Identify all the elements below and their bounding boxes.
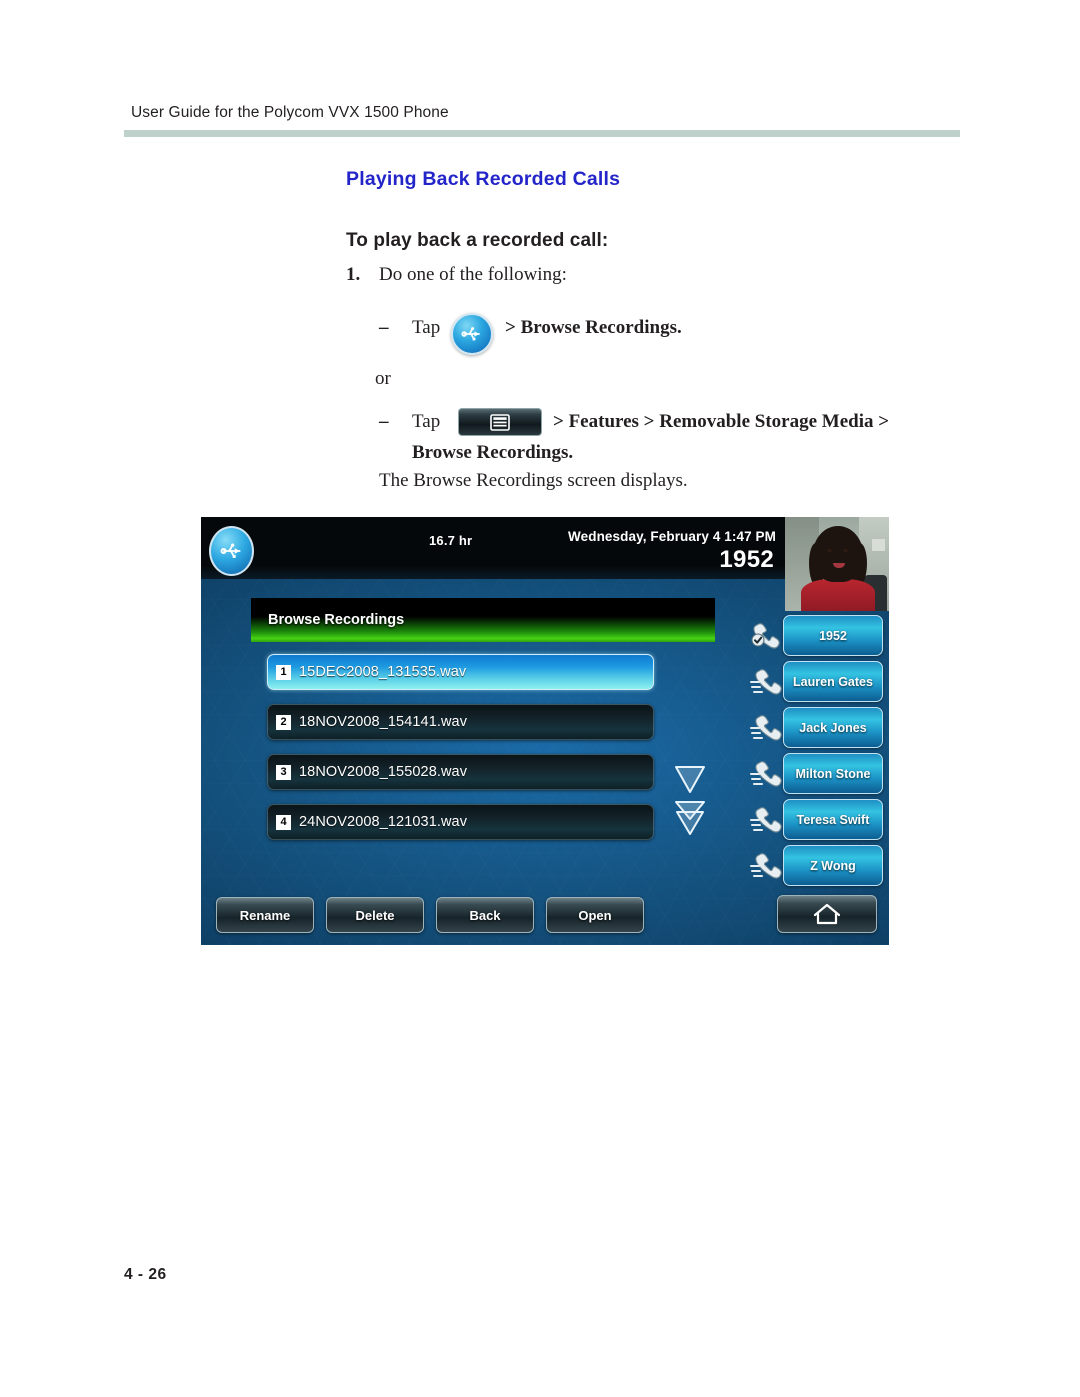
line-key-button[interactable]: 1952 <box>783 615 883 656</box>
header-divider <box>124 130 960 137</box>
list-item[interactable]: 1 15DEC2008_131535.wav <box>267 654 654 690</box>
delete-button[interactable]: Delete <box>326 897 424 933</box>
extension-label: 1952 <box>719 546 774 573</box>
list-item[interactable]: 4 24NOV2008_121031.wav <box>267 804 654 840</box>
line-key-row[interactable]: Z Wong <box>750 843 885 888</box>
datetime-label: Wednesday, February 4 1:47 PM <box>568 529 776 544</box>
home-button[interactable] <box>777 895 877 933</box>
line-key-label: Z Wong <box>810 858 856 873</box>
line-key-row[interactable]: Jack Jones <box>750 705 885 750</box>
usb-icon[interactable] <box>209 526 254 576</box>
line-key-label: Lauren Gates <box>793 674 873 689</box>
soft-key-label: Open <box>578 907 612 923</box>
scroll-controls <box>671 762 709 838</box>
line-key-row[interactable]: Teresa Swift <box>750 797 885 842</box>
soft-key-label: Delete <box>355 907 395 923</box>
list-item-index: 4 <box>276 814 291 830</box>
page-title: Playing Back Recorded Calls <box>346 168 621 190</box>
handset-icon <box>750 669 782 695</box>
list-item-label: 15DEC2008_131535.wav <box>299 664 467 680</box>
line-key-row[interactable]: 1952 <box>751 613 885 658</box>
handset-icon <box>750 853 782 879</box>
handset-icon <box>750 715 782 741</box>
thumbnail-hair <box>813 526 863 582</box>
step-text: Do one of the following: <box>379 264 567 285</box>
result-text: The Browse Recordings screen displays. <box>379 470 688 491</box>
screen-title-label: Browse Recordings <box>268 612 405 628</box>
handset-registered-icon <box>751 623 780 649</box>
open-button[interactable]: Open <box>546 897 644 933</box>
double-chevron-down-icon[interactable] <box>671 798 709 838</box>
back-button[interactable]: Back <box>436 897 534 933</box>
recordings-list: 1 15DEC2008_131535.wav 2 18NOV2008_15414… <box>267 654 654 854</box>
handset-icon <box>750 807 782 833</box>
bullet-dash-2: – <box>379 411 389 432</box>
list-item-label: 18NOV2008_154141.wav <box>299 714 468 730</box>
screen-title-bar: Browse Recordings <box>251 598 715 642</box>
usb-icon <box>451 313 493 355</box>
running-head: User Guide for the Polycom VVX 1500 Phon… <box>131 104 449 121</box>
line-key-button[interactable]: Jack Jones <box>783 707 883 748</box>
soft-key-bar: Rename Delete Back Open <box>216 897 644 933</box>
rename-button[interactable]: Rename <box>216 897 314 933</box>
soft-key-label: Rename <box>239 907 291 923</box>
handset-icon <box>750 761 782 787</box>
list-item-label: 18NOV2008_155028.wav <box>299 764 468 780</box>
list-item[interactable]: 3 18NOV2008_155028.wav <box>267 754 654 790</box>
thumbnail-eye-right <box>843 549 848 552</box>
thumbnail-wall-fixture <box>872 539 885 551</box>
chevron-down-icon[interactable] <box>671 762 709 796</box>
list-item[interactable]: 2 18NOV2008_154141.wav <box>267 704 654 740</box>
thumbnail-torso <box>801 579 875 611</box>
line-key-button[interactable]: Milton Stone <box>783 753 883 794</box>
list-item-label: 24NOV2008_121031.wav <box>299 814 468 830</box>
line-key-button[interactable]: Z Wong <box>783 845 883 886</box>
bullet-dash-1: – <box>379 317 389 338</box>
thumbnail-eye-left <box>827 549 832 552</box>
menu-icon <box>458 408 542 436</box>
line-key-panel: 1952 Lauren Gates Jack Jones Milton Ston… <box>750 613 885 889</box>
soft-key-label: Back <box>469 907 501 923</box>
line-key-button[interactable]: Teresa Swift <box>783 799 883 840</box>
bullet-2-trailing-line-1: > Features > Removable Storage Media > <box>553 411 890 432</box>
phone-status-bar: 16.7 hr Wednesday, February 4 1:47 PM 19… <box>201 517 785 579</box>
list-item-index: 1 <box>276 664 291 680</box>
list-item-index: 2 <box>276 714 291 730</box>
procedure-title: To play back a recorded call: <box>346 230 609 251</box>
bullet-2-trailing-line-2: Browse Recordings. <box>412 442 574 463</box>
line-key-label: Jack Jones <box>799 720 867 735</box>
line-key-button[interactable]: Lauren Gates <box>783 661 883 702</box>
line-key-label: Milton Stone <box>795 766 871 781</box>
line-key-row[interactable]: Milton Stone <box>750 751 885 796</box>
list-item-index: 3 <box>276 764 291 780</box>
line-key-label: 1952 <box>819 628 847 643</box>
or-label: or <box>375 368 391 389</box>
bullet-1-tap-label: Tap <box>412 317 441 338</box>
video-thumbnail[interactable] <box>785 517 889 611</box>
storage-hours-label: 16.7 hr <box>429 533 473 548</box>
line-key-row[interactable]: Lauren Gates <box>750 659 885 704</box>
phone-screenshot: 16.7 hr Wednesday, February 4 1:47 PM 19… <box>201 517 889 945</box>
step-number: 1. <box>346 264 361 285</box>
bullet-1-trailing-text: > Browse Recordings. <box>505 317 682 338</box>
line-key-label: Teresa Swift <box>796 812 870 827</box>
page-number: 4 - 26 <box>124 1266 167 1283</box>
bullet-2-tap-label: Tap <box>412 411 441 432</box>
home-icon <box>813 903 841 925</box>
